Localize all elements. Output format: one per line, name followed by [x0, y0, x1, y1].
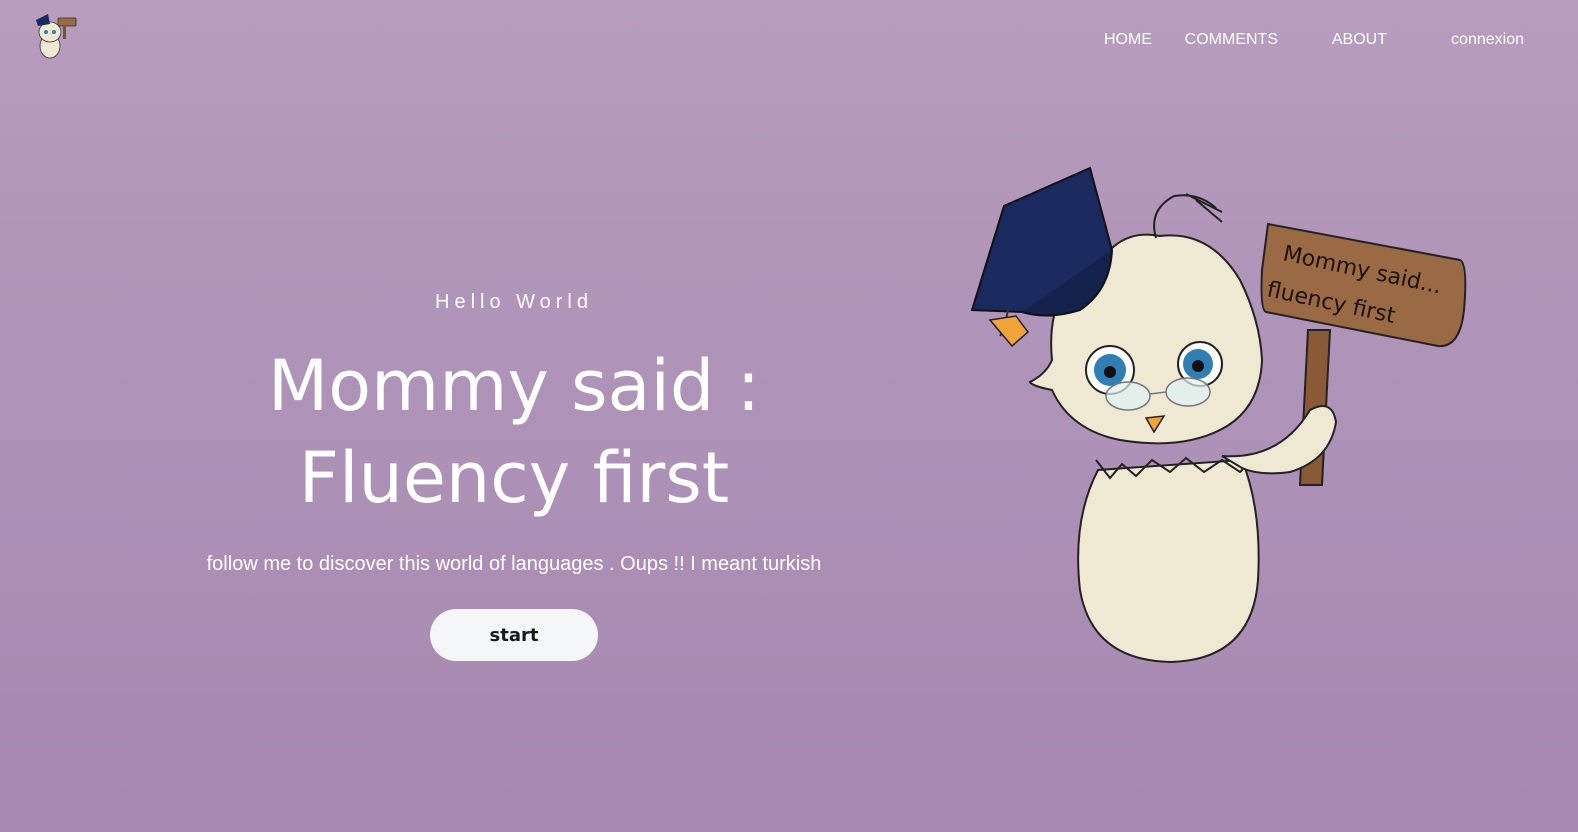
hero-eyebrow: Hello World — [435, 291, 593, 313]
chick-graduate-mascot-illustration: Mommy said... fluency first — [970, 166, 1467, 664]
nav-home[interactable]: HOME — [1104, 30, 1152, 50]
nav-connexion[interactable]: connexion — [1451, 30, 1524, 50]
hero-headline-line1: Mommy said : — [267, 345, 761, 427]
start-button[interactable]: start — [430, 609, 598, 661]
logo[interactable] — [30, 10, 82, 60]
nav-comments[interactable]: COMMENTS — [1185, 30, 1278, 50]
hero-headline: Mommy said : Fluency first — [180, 340, 848, 524]
chick-mascot-logo-icon — [36, 14, 77, 59]
hero-section: Hello World Mommy said : Fluency first f… — [180, 290, 848, 661]
nav-about[interactable]: ABOUT — [1332, 30, 1387, 50]
mascot-illustration: Mommy said... fluency first — [960, 160, 1480, 680]
hero-subtitle: follow me to discover this world of lang… — [206, 553, 822, 575]
hero-headline-line2: Fluency first — [298, 437, 730, 519]
